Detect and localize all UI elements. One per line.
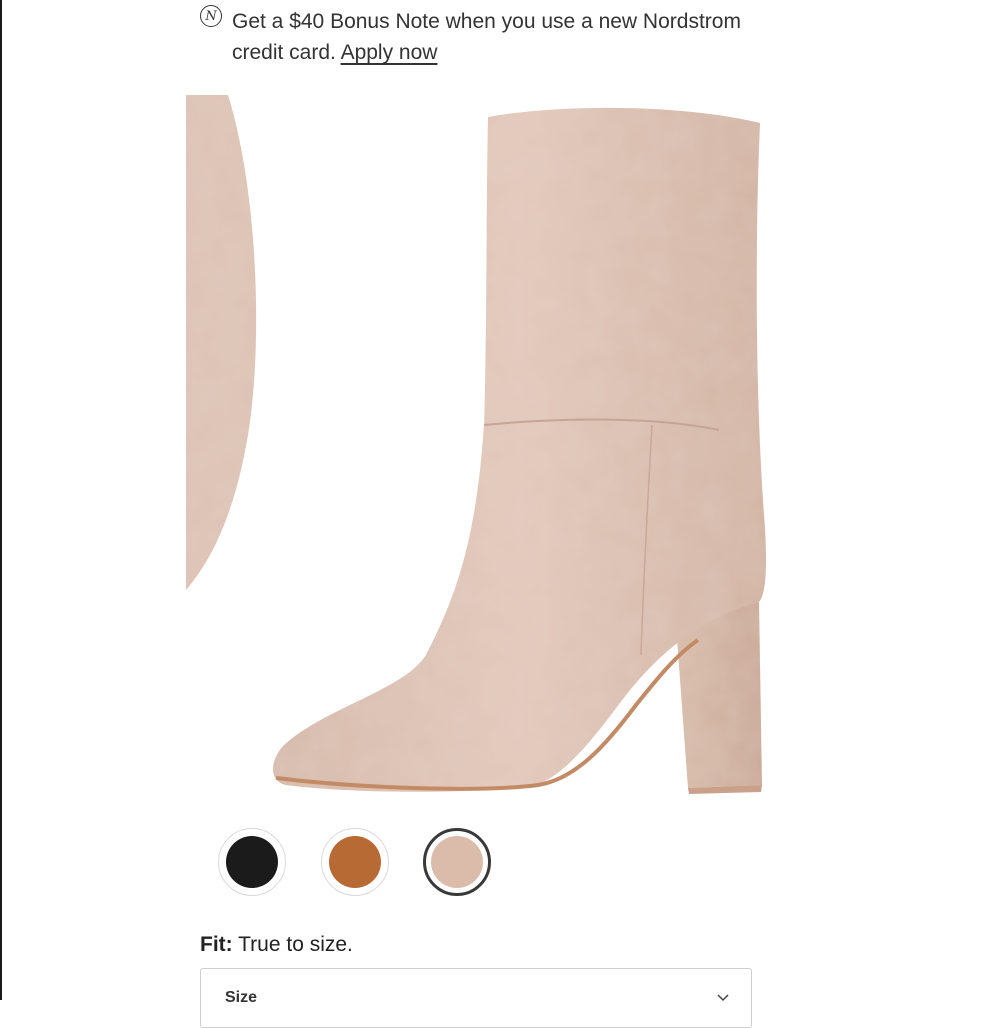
product-image-gallery[interactable] xyxy=(186,95,786,810)
fit-label: Fit: xyxy=(200,933,233,956)
page-left-border xyxy=(0,0,2,1000)
product-images xyxy=(186,95,767,794)
boot-closeup-partial xyxy=(186,95,257,590)
swatch-taupe-color xyxy=(431,836,483,888)
swatch-taupe[interactable] xyxy=(423,828,491,896)
boot-side-view xyxy=(273,107,767,794)
apply-now-link[interactable]: Apply now xyxy=(341,41,438,64)
swatch-black-color xyxy=(226,836,278,888)
fit-value: True to size. xyxy=(238,933,353,956)
size-dropdown[interactable]: Size xyxy=(200,968,752,1028)
swatch-cognac-color xyxy=(329,836,381,888)
swatch-cognac[interactable] xyxy=(321,828,389,896)
fit-info: Fit: True to size. xyxy=(200,933,353,957)
promo-message: Get a $40 Bonus Note when you use a new … xyxy=(232,10,741,64)
promo-text: Get a $40 Bonus Note when you use a new … xyxy=(232,6,752,68)
swatch-black[interactable] xyxy=(218,828,286,896)
chevron-down-icon xyxy=(717,994,729,1002)
size-label: Size xyxy=(225,989,258,1006)
nordstrom-n-icon: N xyxy=(200,5,222,27)
